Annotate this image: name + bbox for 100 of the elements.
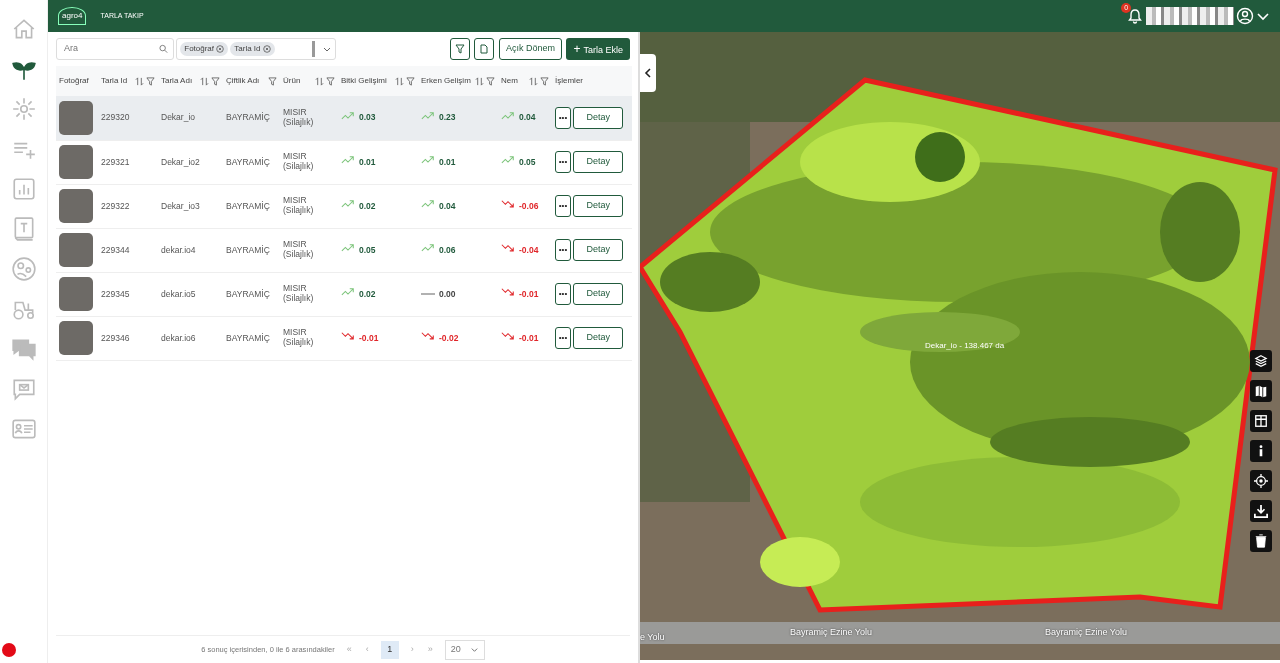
search-icon bbox=[158, 44, 168, 54]
filter-icon[interactable] bbox=[211, 76, 220, 86]
column-header: Erken Gelişim bbox=[421, 76, 471, 86]
table-cell: 229346 bbox=[101, 332, 130, 343]
metric-value: 0.05 bbox=[519, 155, 536, 169]
map-control-button[interactable] bbox=[1250, 410, 1272, 432]
metric-value: 0.02 bbox=[359, 199, 376, 213]
table-cell: BAYRAMİÇ bbox=[226, 200, 270, 211]
map-control-button[interactable] bbox=[1250, 440, 1272, 462]
table-cell: 229321 bbox=[101, 156, 130, 167]
road-label: e Yolu bbox=[640, 631, 665, 644]
field-thumbnail bbox=[59, 100, 93, 135]
filter-icon[interactable] bbox=[146, 76, 155, 86]
table-cell: BAYRAMİÇ bbox=[226, 332, 270, 343]
column-header: Fotoğraf bbox=[59, 76, 89, 86]
detail-button[interactable]: Detay bbox=[573, 106, 624, 129]
column-select[interactable]: Fotoğraf Tarla Id bbox=[176, 38, 337, 60]
column-header: Çiftlik Adı bbox=[226, 76, 260, 86]
more-button[interactable]: ••• bbox=[555, 283, 571, 305]
table-cell: BAYRAMİÇ bbox=[226, 288, 270, 299]
split-view-icon bbox=[1254, 414, 1268, 428]
user-icon[interactable] bbox=[1235, 7, 1254, 25]
field-thumbnail bbox=[59, 145, 93, 179]
column-header: Tarla Adı bbox=[161, 76, 193, 86]
road-label: Bayramiç Ezine Yolu bbox=[1045, 626, 1128, 639]
metric-value: 0.01 bbox=[439, 155, 456, 169]
table-cell: Dekar_io3 bbox=[161, 200, 200, 211]
metric-value: -0.02 bbox=[439, 331, 459, 345]
map-control-button[interactable] bbox=[1250, 380, 1272, 402]
trash-icon bbox=[1254, 534, 1268, 548]
chevron-left-icon bbox=[643, 67, 653, 78]
metric-value: 0.04 bbox=[519, 111, 536, 125]
table-cell: MISIR (Silajlık) bbox=[283, 195, 314, 216]
column-header: Ürün bbox=[283, 76, 301, 86]
map-control-button[interactable] bbox=[1250, 530, 1272, 552]
column-chip[interactable]: Fotoğraf bbox=[180, 42, 229, 56]
table-cell: 229320 bbox=[101, 112, 130, 123]
detail-button[interactable]: Detay bbox=[573, 195, 624, 217]
filter-icon[interactable] bbox=[268, 76, 277, 86]
sort-icon[interactable] bbox=[528, 76, 538, 86]
table-cell: 229322 bbox=[101, 200, 130, 211]
add-field-button[interactable]: + Tarla Ekle bbox=[566, 38, 630, 60]
layers-icon bbox=[1254, 354, 1268, 368]
metric-value: 0.06 bbox=[439, 243, 456, 257]
column-header: Tarla Id bbox=[101, 76, 128, 86]
metric-value: -0.01 bbox=[359, 331, 379, 345]
table-cell: 229345 bbox=[101, 288, 130, 299]
sort-icon[interactable] bbox=[199, 76, 209, 86]
field-label: Dekar_io - 138.467 da bbox=[925, 340, 1005, 352]
map-control-button[interactable] bbox=[1250, 350, 1272, 372]
close-icon[interactable] bbox=[262, 45, 271, 53]
table-cell: 229344 bbox=[101, 244, 130, 255]
detail-button[interactable]: Detay bbox=[573, 327, 624, 349]
sort-icon[interactable] bbox=[394, 76, 404, 86]
more-button[interactable]: ••• bbox=[555, 195, 571, 217]
page-button[interactable]: 1 bbox=[380, 640, 399, 659]
close-icon[interactable] bbox=[216, 45, 225, 53]
metric-value: 0.04 bbox=[439, 199, 456, 213]
metric-value: -0.01 bbox=[519, 287, 539, 301]
bell-icon[interactable] bbox=[1127, 8, 1144, 24]
open-period-button[interactable]: Açık Dönem bbox=[498, 38, 562, 60]
more-button[interactable]: ••• bbox=[555, 239, 571, 261]
column-header: İşlemler bbox=[555, 76, 583, 86]
detail-button[interactable]: Detay bbox=[573, 239, 624, 261]
metric-value: 0.23 bbox=[439, 111, 456, 125]
table-cell: BAYRAMİÇ bbox=[226, 156, 270, 167]
sort-icon[interactable] bbox=[474, 76, 484, 86]
more-button[interactable]: ••• bbox=[555, 327, 571, 349]
detail-button[interactable]: Detay bbox=[573, 283, 624, 305]
field-thumbnail bbox=[59, 277, 93, 311]
filter-icon[interactable] bbox=[540, 76, 549, 86]
sort-icon[interactable] bbox=[134, 76, 144, 86]
filter-button[interactable] bbox=[449, 38, 470, 60]
page-size-select[interactable]: 20 bbox=[444, 639, 485, 660]
road-label: Bayramiç Ezine Yolu bbox=[790, 626, 873, 639]
export-button[interactable] bbox=[474, 38, 495, 60]
table-cell: dekar.io5 bbox=[161, 288, 196, 299]
table-cell: dekar.io6 bbox=[161, 332, 196, 343]
flag-icon[interactable] bbox=[2, 643, 16, 657]
column-chip[interactable]: Tarla Id bbox=[230, 42, 275, 56]
field-thumbnail bbox=[59, 321, 93, 355]
metric-value: 0.02 bbox=[359, 287, 376, 301]
map-control-button[interactable] bbox=[1250, 500, 1272, 522]
filter-icon[interactable] bbox=[406, 76, 415, 86]
more-button[interactable]: ••• bbox=[555, 106, 571, 129]
filter-icon[interactable] bbox=[326, 76, 335, 86]
collapse-panel-button[interactable] bbox=[640, 54, 656, 92]
metric-value: 0.03 bbox=[359, 111, 376, 125]
map-control-button[interactable] bbox=[1250, 470, 1272, 492]
dash-icon bbox=[421, 293, 435, 295]
table-cell: MISIR (Silajlık) bbox=[283, 283, 314, 304]
more-button[interactable]: ••• bbox=[555, 151, 571, 173]
sort-icon[interactable] bbox=[314, 76, 324, 86]
chevron-down-icon bbox=[469, 645, 479, 654]
field-thumbnail bbox=[59, 233, 93, 267]
search-box[interactable]: Ara bbox=[56, 38, 174, 60]
field-thumbnail bbox=[59, 189, 93, 223]
detail-button[interactable]: Detay bbox=[573, 151, 624, 173]
filter-icon[interactable] bbox=[486, 76, 495, 86]
table-cell: MISIR (Silajlık) bbox=[283, 151, 314, 172]
